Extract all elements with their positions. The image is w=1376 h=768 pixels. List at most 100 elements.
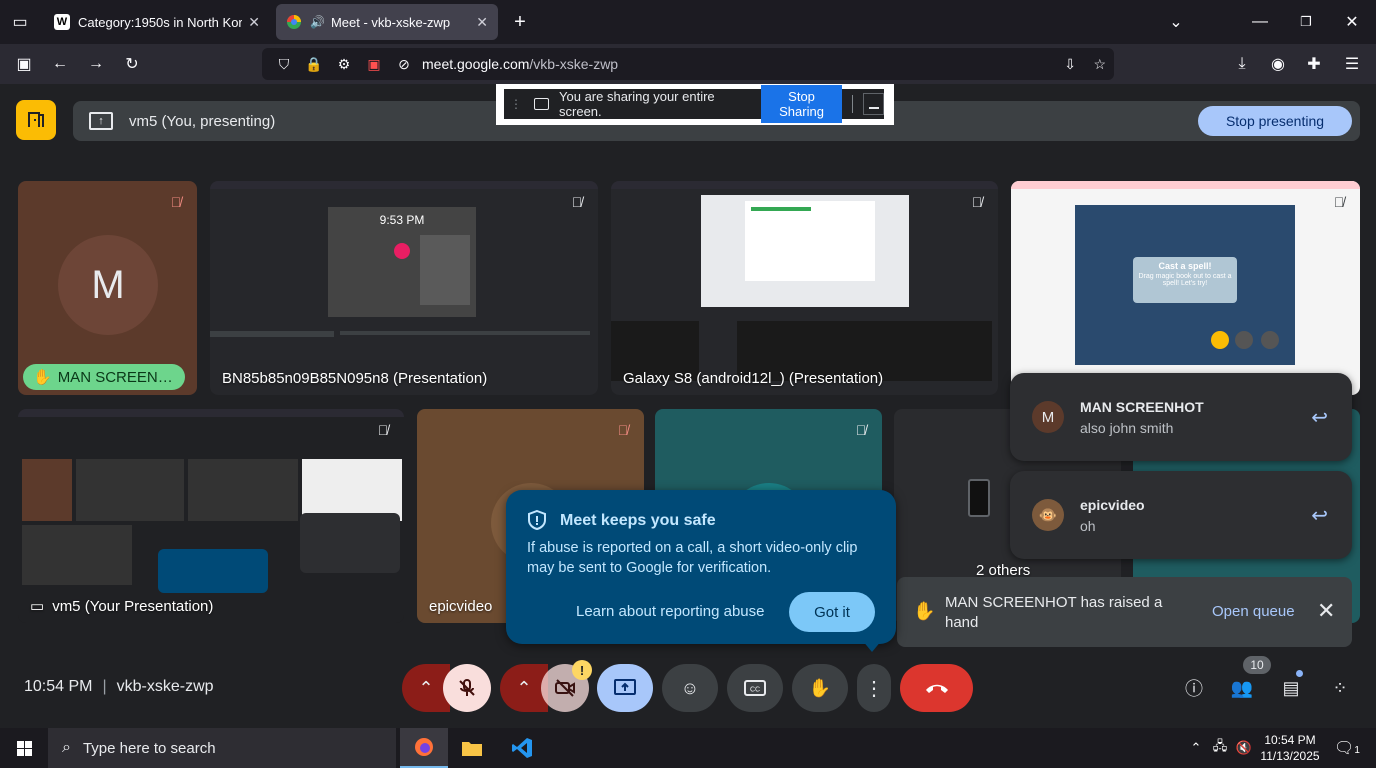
back-icon[interactable]: ← [46,50,74,78]
divider [852,95,854,113]
chat-sender: epicvideo [1080,497,1145,513]
camera-blocked-icon[interactable]: ⊘ [392,56,416,73]
reload-icon[interactable]: ↻ [118,50,146,78]
present-button[interactable] [597,664,653,712]
raise-hand-button[interactable]: ✋ [792,664,848,712]
people-count-badge: 10 [1243,656,1271,674]
sidebar-icon[interactable]: ▣ [10,50,38,78]
activities-icon[interactable]: ⁘ [1326,674,1354,702]
svg-text:CC: CC [750,687,760,694]
tooltip-tail [862,640,882,652]
screen-share-indicator-icon[interactable]: ▣ [362,56,386,73]
presentation-tile[interactable]: Cast a spell! Drag magic book out to cas… [1011,181,1360,395]
bookmark-star-icon[interactable]: ☆ [1093,56,1106,73]
lock-icon[interactable]: 🔒 [302,56,326,73]
close-window-icon[interactable]: ✕ [1338,8,1366,36]
file-explorer-icon[interactable] [448,728,496,768]
windows-taskbar: ⌕ Type here to search ⌃ 🖧 🔇 10:54 PM 11/… [0,728,1376,768]
stop-presenting-button[interactable]: Stop presenting [1198,106,1352,136]
shared-window: 9:53 PM [328,207,476,317]
forward-icon[interactable]: → [82,50,110,78]
reply-icon[interactable]: ↩ [1311,405,1328,430]
captions-button[interactable]: CC [727,664,783,712]
presentation-tile[interactable]: 🎙̸ ▭ vm5 (Your Presentation) [18,409,404,623]
people-icon[interactable]: 👥 [1228,674,1256,702]
shield-icon[interactable]: ⛉ [272,56,296,73]
presentation-tile[interactable]: 🎙̸ Galaxy S8 (android12l_) (Presentation… [611,181,998,395]
permissions-icon[interactable]: ⚙ [332,56,356,73]
open-queue-button[interactable]: Open queue [1212,603,1295,620]
meet-main: ↑ vm5 (You, presenting) Stop presenting … [0,84,1376,728]
downloads-icon[interactable]: ⤓ [1228,50,1256,78]
microphone-toggle-button[interactable] [443,664,491,712]
chevron-up-icon: ⌃ [418,677,434,698]
hide-bar-button[interactable] [863,93,884,115]
start-button[interactable] [0,728,48,768]
participant-name: epicvideo [429,598,493,615]
stop-sharing-button[interactable]: Stop Sharing [760,85,843,123]
tab-list-icon[interactable]: ▭ [6,8,34,36]
safety-title: Meet keeps you safe [560,512,716,529]
game-dialog-text: Drag magic book out to cast a spell! Let… [1138,273,1232,287]
hand-icon: ✋ [913,601,936,621]
url-bar[interactable]: ⛉ 🔒 ⚙ ▣ ⊘ meet.google.com/vkb-xske-zwp ⇩… [262,48,1114,80]
taskbar-search[interactable]: ⌕ Type here to search [48,728,396,768]
present-screen-icon: ↑ [89,112,113,130]
game-dialog-title: Cast a spell! [1158,261,1212,271]
more-options-button[interactable]: ⋮ [857,664,891,712]
speaker-icon[interactable]: 🔊 [310,15,325,29]
wikipedia-icon: W [54,14,70,30]
close-tab-icon[interactable]: ✕ [476,14,488,31]
presentation-tile[interactable]: 9:53 PM 🎙̸ BN85b85n09B85N095n8 (Presenta… [210,181,598,395]
meeting-clock: 10:54 PM [24,678,93,695]
companion-mode-button[interactable] [16,100,56,140]
tray-date: 11/13/2025 [1260,749,1320,763]
unread-chat-dot [1296,670,1303,677]
meeting-details-icon[interactable]: ⓘ [1180,674,1208,702]
reply-icon[interactable]: ↩ [1311,503,1328,528]
camera-warning-badge[interactable]: ! [572,660,592,680]
leave-call-button[interactable] [900,664,973,712]
tray-time: 10:54 PM [1264,733,1316,747]
chat-icon[interactable]: ▤ [1277,674,1305,702]
meeting-info: 10:54 PM | vkb-xske-zwp [24,678,214,695]
minimize-icon[interactable]: — [1246,8,1274,36]
search-icon: ⌕ [62,739,71,756]
shared-clock: 9:53 PM [379,213,425,227]
tray-chevron-up-icon[interactable]: ⌃ [1184,728,1208,768]
tab-overflow-chevron-icon[interactable]: ⌄ [1162,8,1190,36]
new-tab-icon[interactable]: + [506,8,534,36]
tray-clock[interactable]: 10:54 PM 11/13/2025 [1258,732,1322,764]
reactions-button[interactable]: ☺ [662,664,718,712]
chat-notification[interactable]: 🐵 epicvideo oh ↩ [1010,471,1352,559]
chat-notification[interactable]: M MAN SCREENHOT also john smith ↩ [1010,373,1352,461]
account-icon[interactable]: ◉ [1264,50,1292,78]
raised-hand-badge: ✋ MAN SCREEN… [23,364,185,390]
windows-logo-icon [16,740,32,756]
tab-wikipedia[interactable]: W Category:1950s in North Korea ✕ [44,4,270,40]
network-icon[interactable]: 🖧 [1208,728,1232,768]
menu-icon[interactable]: ☰ [1338,50,1366,78]
emoji-icon: ☺ [680,677,700,698]
mic-off-icon: 🎙̸ [855,422,867,438]
sharing-text: You are sharing your entire screen. [559,89,715,119]
volume-muted-icon[interactable]: 🔇 [1232,728,1256,768]
game-screen: Cast a spell! Drag magic book out to cas… [1075,205,1295,365]
drag-handle-icon[interactable]: ⋮ [510,97,522,111]
notifications-icon[interactable]: 🗨1 [1334,738,1360,758]
participant-tile[interactable]: 🎙̸ M ✋ MAN SCREEN… [18,181,197,395]
restore-icon[interactable]: ❐ [1292,8,1320,36]
install-app-icon[interactable]: ⇩ [1064,56,1076,73]
door-icon [28,112,44,127]
tab-meet[interactable]: 🔊 Meet - vkb-xske-zwp ✕ [276,4,498,40]
chat-message: also john smith [1080,420,1174,436]
vscode-icon[interactable] [498,728,546,768]
close-tab-icon[interactable]: ✕ [248,14,260,31]
extensions-icon[interactable]: ✚ [1300,50,1328,78]
safety-tooltip: Meet keeps you safe If abuse is reported… [506,490,896,652]
got-it-button[interactable]: Got it [789,592,875,632]
firefox-icon[interactable] [400,728,448,768]
learn-reporting-link[interactable]: Learn about reporting abuse [576,603,764,620]
close-icon[interactable]: ✕ [1317,599,1335,624]
shared-window [701,195,909,307]
